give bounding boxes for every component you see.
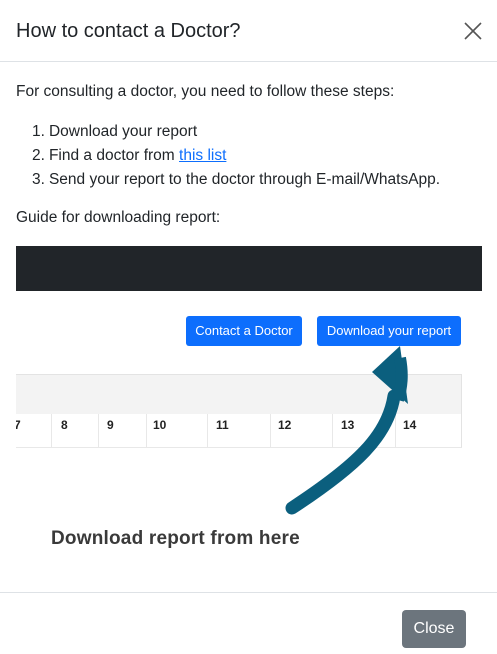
modal-title: How to contact a Doctor? [16, 20, 241, 42]
step-item-1: 1. Download your report [16, 120, 440, 144]
guide-label: Guide for downloading report: [16, 209, 221, 226]
step-item-3: 3. Send your report to the doctor through… [16, 168, 440, 192]
steps-list: 1. Download your report 2. Find a doctor f… [16, 120, 440, 192]
step-text: Download your report [48, 123, 198, 140]
step-number: 2. [32, 147, 45, 164]
doctor-list-link[interactable]: this list [179, 147, 226, 164]
close-icon[interactable] [462, 20, 484, 42]
step-number: 1. [32, 123, 45, 140]
modal-footer: Close [0, 592, 497, 654]
step-item-2: 2. Find a doctor from this list [16, 144, 440, 168]
step-text: Find a doctor from [48, 147, 180, 164]
close-button[interactable]: Close [402, 610, 466, 648]
contact-doctor-modal: How to contact a Doctor? For consulting … [0, 0, 497, 654]
intro-text: For consulting a doctor, you need to fol… [16, 83, 395, 100]
guide-image: Contact a Doctor Download your report 7 … [16, 246, 482, 566]
modal-header: How to contact a Doctor? [0, 0, 497, 62]
step-number: 3. [32, 171, 45, 188]
step-text: Send your report to the doctor through E… [48, 171, 441, 188]
curved-arrow-icon [285, 346, 408, 515]
close-icon-glyph [464, 22, 482, 40]
guide-caption: Download report from here [51, 528, 300, 549]
